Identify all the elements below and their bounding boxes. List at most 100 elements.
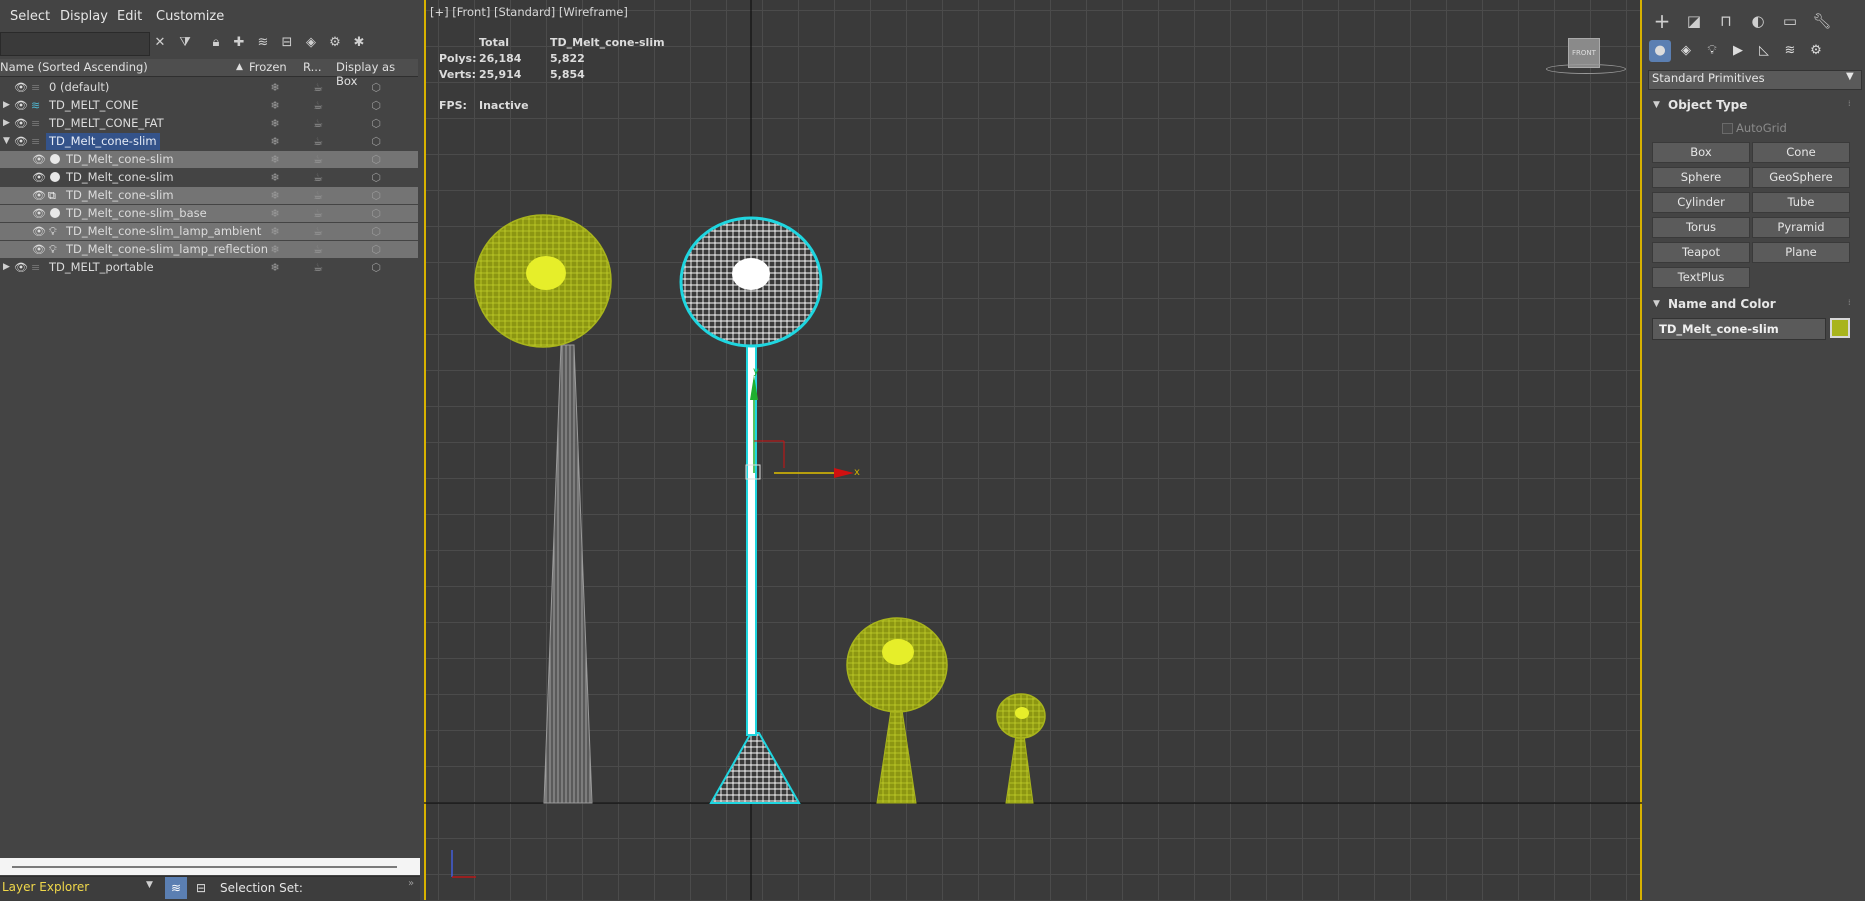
pyramid-button[interactable]: Pyramid	[1752, 217, 1850, 238]
sort-by-hierarchy-icon[interactable]: ⊟	[191, 877, 211, 899]
cone-button[interactable]: Cone	[1752, 142, 1850, 163]
box-icon[interactable]: ⬡	[369, 187, 383, 204]
eye-icon[interactable]: 👁︎	[14, 259, 28, 276]
create-tab-icon[interactable]: +	[1651, 10, 1673, 32]
expand-icon[interactable]: ▶	[3, 259, 10, 276]
rollout-collapse-icon[interactable]: ▼	[1653, 100, 1660, 110]
chevron-down-icon[interactable]: ▼	[146, 880, 153, 890]
menu-customize[interactable]: Customize	[156, 9, 224, 24]
box-icon[interactable]: ⬡	[369, 223, 383, 240]
scrollbar-thumb[interactable]	[12, 866, 397, 868]
frozen-icon[interactable]: ❄	[268, 169, 282, 186]
frozen-icon[interactable]: ❄	[268, 223, 282, 240]
layer-settings-icon[interactable]: ⚙	[326, 34, 344, 52]
lights-icon[interactable]: 💡︎	[1701, 40, 1723, 62]
frozen-icon[interactable]: ❄	[268, 151, 282, 168]
sort-by-layer-icon[interactable]: ≋	[165, 877, 187, 899]
display-tab-icon[interactable]: ▭	[1779, 10, 1801, 32]
expand-icon[interactable]: ▶	[3, 115, 10, 132]
object-name-field[interactable]: TD_Melt_cone-slim	[1652, 318, 1826, 340]
rollout-handle-icon[interactable]: ⁞	[1848, 99, 1851, 108]
textplus-button[interactable]: TextPlus	[1652, 267, 1750, 288]
layer-stack-icon[interactable]: ◈	[302, 34, 320, 52]
eye-icon[interactable]: 👁︎	[32, 223, 46, 240]
helpers-icon[interactable]: ◺	[1753, 40, 1775, 62]
menu-display[interactable]: Display	[60, 9, 108, 24]
hierarchy-tab-icon[interactable]: ⊓	[1715, 10, 1737, 32]
object-row[interactable]: 👁︎ TD_Melt_cone-slim_base ❄ ☕︎ ⬡	[0, 205, 418, 222]
teapot-icon[interactable]: ☕︎	[311, 115, 325, 132]
col-name[interactable]: Name (Sorted Ascending)	[0, 60, 148, 74]
layer-row[interactable]: ▶ 👁︎ ≡ TD_MELT_CONE_FAT ❄ ☕︎ ⬡	[0, 115, 418, 132]
menu-select[interactable]: Select	[10, 9, 50, 24]
eye-icon[interactable]: 👁︎	[32, 241, 46, 258]
teapot-icon[interactable]: ☕︎	[311, 79, 325, 96]
systems-icon[interactable]: ⚙	[1805, 40, 1827, 62]
clear-search-icon[interactable]: ✕	[151, 34, 169, 52]
object-color-swatch[interactable]	[1830, 318, 1850, 338]
light-icon[interactable]: ✱	[350, 34, 368, 52]
lock-icon[interactable]: 🔒︎	[207, 34, 225, 52]
geometry-icon[interactable]: ●	[1649, 40, 1671, 62]
box-icon[interactable]: ⬡	[369, 97, 383, 114]
viewcube-compass[interactable]	[1546, 64, 1626, 74]
cylinder-button[interactable]: Cylinder	[1652, 192, 1750, 213]
box-icon[interactable]: ⬡	[369, 259, 383, 276]
eye-icon[interactable]: 👁︎	[14, 133, 28, 150]
add-layer-icon[interactable]: ✚	[230, 34, 248, 52]
modify-tab-icon[interactable]: ◪	[1683, 10, 1705, 32]
box-icon[interactable]: ⬡	[369, 79, 383, 96]
eye-icon[interactable]: 👁︎	[32, 151, 46, 168]
geosphere-button[interactable]: GeoSphere	[1752, 167, 1850, 188]
layer-row[interactable]: ▶ 👁︎ ≡ TD_MELT_portable ❄ ☕︎ ⬡	[0, 259, 418, 276]
object-row[interactable]: 👁︎ 💡︎ TD_Melt_cone-slim_lamp_reflection …	[0, 241, 418, 258]
object-row[interactable]: 👁︎ ⧉ TD_Melt_cone-slim ❄ ☕︎ ⬡	[0, 187, 418, 204]
col-render[interactable]: R...	[303, 60, 322, 74]
expand-icon[interactable]: ▶	[3, 97, 10, 114]
col-frozen[interactable]: Frozen	[249, 60, 287, 74]
hierarchy-icon[interactable]: ⊟	[278, 34, 296, 52]
eye-icon[interactable]: 👁︎	[14, 97, 28, 114]
box-icon[interactable]: ⬡	[369, 151, 383, 168]
teapot-icon[interactable]: ☕︎	[311, 223, 325, 240]
space-warps-icon[interactable]: ≋	[1779, 40, 1801, 62]
chevron-down-icon[interactable]: ▼	[1846, 71, 1854, 82]
frozen-icon[interactable]: ❄	[268, 79, 282, 96]
rollout-collapse-icon[interactable]: ▼	[1653, 299, 1660, 309]
explorer-selector[interactable]: Layer Explorer	[2, 880, 89, 894]
frozen-icon[interactable]: ❄	[268, 115, 282, 132]
tube-button[interactable]: Tube	[1752, 192, 1850, 213]
frozen-icon[interactable]: ❄	[268, 97, 282, 114]
cameras-icon[interactable]: ▶	[1727, 40, 1749, 62]
torus-button[interactable]: Torus	[1652, 217, 1750, 238]
box-icon[interactable]: ⬡	[369, 169, 383, 186]
search-input[interactable]	[0, 32, 150, 56]
eye-icon[interactable]: 👁︎	[32, 205, 46, 222]
eye-icon[interactable]: 👁︎	[14, 79, 28, 96]
eye-icon[interactable]: 👁︎	[32, 169, 46, 186]
teapot-icon[interactable]: ☕︎	[311, 151, 325, 168]
filter-icon[interactable]: ⧩	[176, 34, 194, 52]
frozen-icon[interactable]: ❄	[268, 241, 282, 258]
utilities-tab-icon[interactable]: 🔧︎	[1811, 10, 1833, 32]
layer-row[interactable]: 👁︎ ≡ 0 (default) ❄ ☕︎ ⬡	[0, 79, 418, 96]
layer-row-selected[interactable]: ▼ 👁︎ ≡ TD_Melt_cone-slim ❄ ☕︎ ⬡	[0, 133, 418, 150]
teapot-icon[interactable]: ☕︎	[311, 187, 325, 204]
box-button[interactable]: Box	[1652, 142, 1750, 163]
eye-icon[interactable]: 👁︎	[14, 115, 28, 132]
teapot-icon[interactable]: ☕︎	[311, 133, 325, 150]
object-row[interactable]: 👁︎ TD_Melt_cone-slim ❄ ☕︎ ⬡	[0, 151, 418, 168]
menu-edit[interactable]: Edit	[117, 9, 142, 24]
object-type-rollout[interactable]: ▼ Object Type ⁞	[1648, 96, 1860, 116]
name-color-rollout[interactable]: ▼ Name and Color ⁞	[1648, 295, 1860, 315]
box-icon[interactable]: ⬡	[369, 205, 383, 222]
frozen-icon[interactable]: ❄	[268, 259, 282, 276]
box-icon[interactable]: ⬡	[369, 241, 383, 258]
viewport-label[interactable]: [+] [Front] [Standard] [Wireframe]	[430, 5, 628, 19]
motion-tab-icon[interactable]: ◐	[1747, 10, 1769, 32]
box-icon[interactable]: ⬡	[369, 133, 383, 150]
layer-row[interactable]: ▶ 👁︎ ≋ TD_MELT_CONE ❄ ☕︎ ⬡	[0, 97, 418, 114]
teapot-icon[interactable]: ☕︎	[311, 241, 325, 258]
collapse-icon[interactable]: ▼	[3, 133, 10, 150]
collapse-panel-icon[interactable]: »	[408, 878, 414, 889]
